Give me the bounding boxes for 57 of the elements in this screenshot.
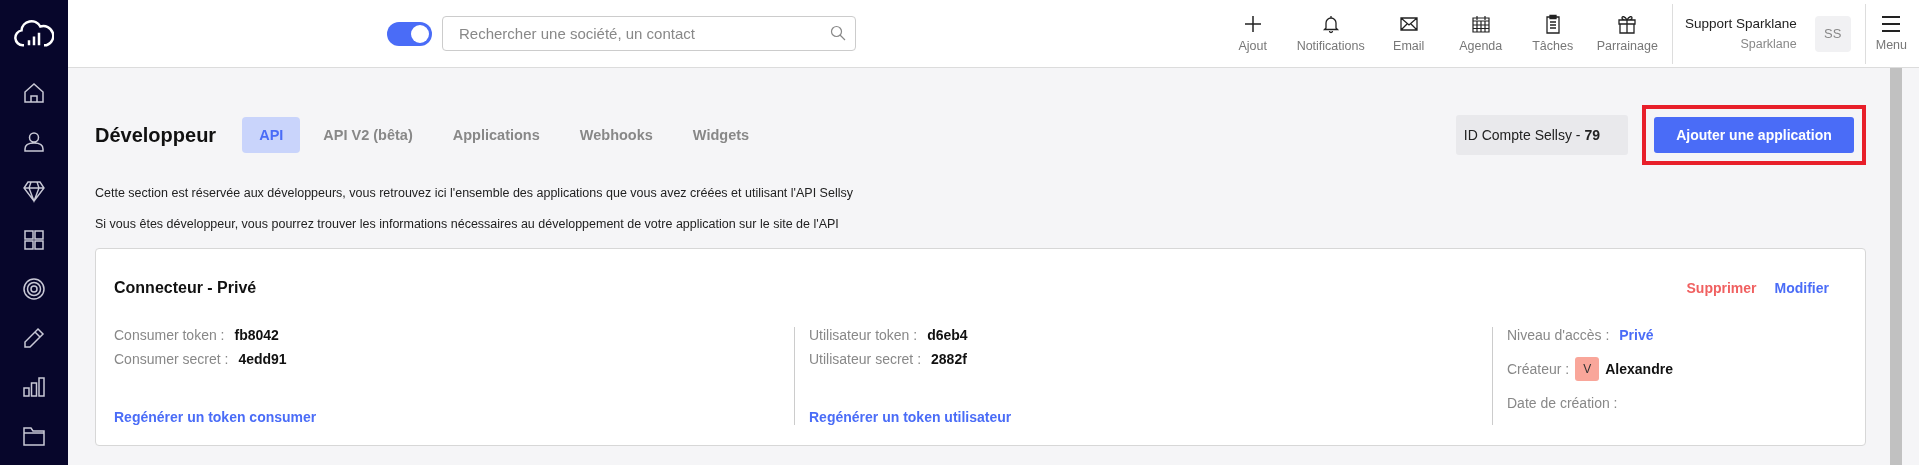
- menu-icon: [1881, 15, 1902, 33]
- description-text: Cette section est réservée aux développeurs, vous retrouvez ici l'ensemble des applications que vous avez créées et utilisant l'API Sellsy: [95, 186, 854, 200]
- tab[interactable]: Widgets: [675, 117, 767, 153]
- account-id-badge: ID Compte Sellsy - 79: [1455, 115, 1628, 155]
- user-icon[interactable]: [22, 129, 46, 154]
- user-name: Support Sparklane: [1684, 16, 1797, 31]
- field-label: Niveau d'accès :: [1507, 327, 1610, 343]
- field-value: Alexandre: [1605, 361, 1673, 377]
- field-label: Consumer token :: [114, 327, 225, 343]
- add-application-button[interactable]: Ajouter une application: [1654, 117, 1854, 153]
- plus-icon: [1242, 14, 1263, 34]
- field-value: 4edd91: [238, 351, 287, 367]
- field-value: 2882f: [931, 351, 967, 367]
- field-label: Utilisateur token :: [809, 327, 918, 343]
- gift-icon: [1617, 14, 1638, 34]
- grid-icon[interactable]: [22, 227, 46, 252]
- toolbar-button[interactable]: Tâches: [1516, 14, 1589, 53]
- toolbar-button[interactable]: Agenda: [1444, 14, 1517, 53]
- toggle-switch[interactable]: [387, 21, 432, 46]
- field-value: fb8042: [234, 327, 279, 343]
- tab[interactable]: Webhooks: [562, 117, 670, 153]
- user-avatar: SS: [1814, 15, 1851, 52]
- field-value: Privé: [1619, 327, 1654, 343]
- field-label: Date de création :: [1507, 395, 1618, 411]
- tab[interactable]: API V2 (bêta): [306, 117, 430, 153]
- field-value: d6eb4: [927, 327, 968, 343]
- bar-chart-icon[interactable]: [22, 374, 46, 399]
- field-label: Consumer secret :: [114, 351, 229, 367]
- search-icon: [830, 25, 846, 41]
- tab[interactable]: API: [242, 117, 301, 153]
- scrollbar[interactable]: [1890, 68, 1902, 465]
- user-account[interactable]: Support Sparklane Sparklane SS: [1671, 3, 1866, 64]
- menu-button[interactable]: Menu: [1865, 15, 1919, 52]
- description-text: Si vous êtes développeur, vous pourrez trouver les informations nécessaires au développement de votre application sur le site de l'API: [95, 217, 840, 231]
- search-field[interactable]: Rechercher une société, un contact: [442, 16, 856, 51]
- edit-link[interactable]: Modifier: [1774, 280, 1829, 296]
- mail-icon: [1398, 14, 1419, 34]
- calendar-icon: [1470, 14, 1491, 34]
- toolbar-button[interactable]: Parrainage: [1588, 14, 1666, 53]
- tab[interactable]: Applications: [435, 117, 557, 153]
- page-title: Développeur: [95, 123, 217, 147]
- company-name: Sparklane: [1740, 37, 1797, 51]
- creator-avatar: V: [1575, 357, 1600, 381]
- home-icon[interactable]: [22, 80, 46, 105]
- field-label: Créateur :: [1507, 361, 1570, 377]
- field-label: Utilisateur secret :: [809, 351, 922, 367]
- toolbar-button[interactable]: Notifications: [1288, 14, 1373, 53]
- pencil-icon[interactable]: [22, 325, 46, 350]
- delete-link[interactable]: Supprimer: [1686, 280, 1757, 296]
- diamond-icon[interactable]: [22, 178, 46, 203]
- toolbar-button[interactable]: Email: [1372, 14, 1445, 53]
- toolbar-button[interactable]: Ajout: [1216, 14, 1289, 53]
- regenerate-token-link[interactable]: Regénérer un token consumer: [114, 409, 794, 425]
- cloud-chart-logo-icon[interactable]: [14, 19, 54, 49]
- target-icon[interactable]: [22, 276, 46, 301]
- regenerate-token-link[interactable]: Regénérer un token utilisateur: [809, 409, 1492, 425]
- application-title: Connecteur - Privé: [114, 279, 257, 297]
